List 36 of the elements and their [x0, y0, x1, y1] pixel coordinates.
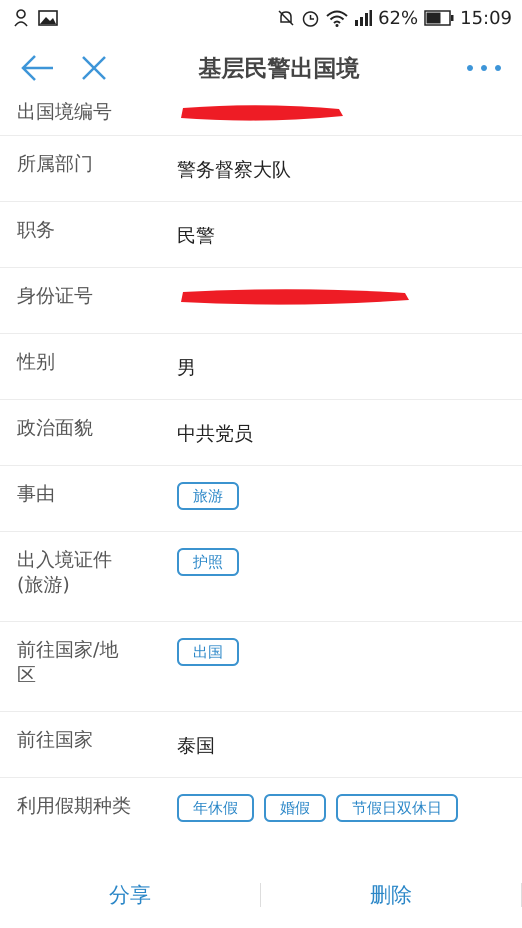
tag: 节假日双休日	[336, 794, 458, 822]
battery-percent: 62%	[378, 8, 418, 28]
field-value: 男	[177, 356, 196, 381]
field-value: 泰国	[177, 734, 215, 759]
field-label: 性别	[17, 350, 56, 375]
tag: 年休假	[177, 794, 254, 822]
tag: 旅游	[177, 482, 239, 510]
field-value: 中共党员	[177, 422, 253, 447]
delete-button[interactable]: 删除	[261, 873, 521, 917]
battery-icon	[424, 10, 454, 26]
field-label: 前往国家	[17, 728, 94, 753]
field-label: 职务	[17, 218, 56, 243]
field-value: 警务督察大队	[177, 158, 291, 183]
wifi-icon	[326, 10, 348, 26]
field-label: 出国境编号	[17, 100, 113, 125]
field-label: 前往国家/地区	[17, 638, 120, 688]
field-label: 出入境证件(旅游)	[17, 548, 113, 598]
field-value: 民警	[177, 224, 215, 249]
muted-icon	[277, 9, 296, 27]
alarm-icon	[301, 8, 320, 28]
field-label: 政治面貌	[17, 416, 94, 441]
field-label: 事由	[17, 482, 56, 507]
tag: 婚假	[264, 794, 326, 822]
signal-icon	[354, 10, 372, 26]
field-label: 所属部门	[17, 152, 94, 177]
more-icon	[466, 64, 502, 72]
page-title: 基层民警出国境	[198, 54, 360, 84]
image-icon	[38, 10, 58, 26]
close-icon	[81, 55, 107, 81]
share-button[interactable]: 分享	[0, 873, 260, 917]
tag: 护照	[177, 548, 239, 576]
back-arrow-icon	[21, 55, 55, 81]
field-label: 利用假期种类	[17, 794, 132, 819]
clock-time: 15:09	[460, 8, 512, 28]
tag: 出国	[177, 638, 239, 666]
field-label: 身份证号	[17, 284, 94, 309]
